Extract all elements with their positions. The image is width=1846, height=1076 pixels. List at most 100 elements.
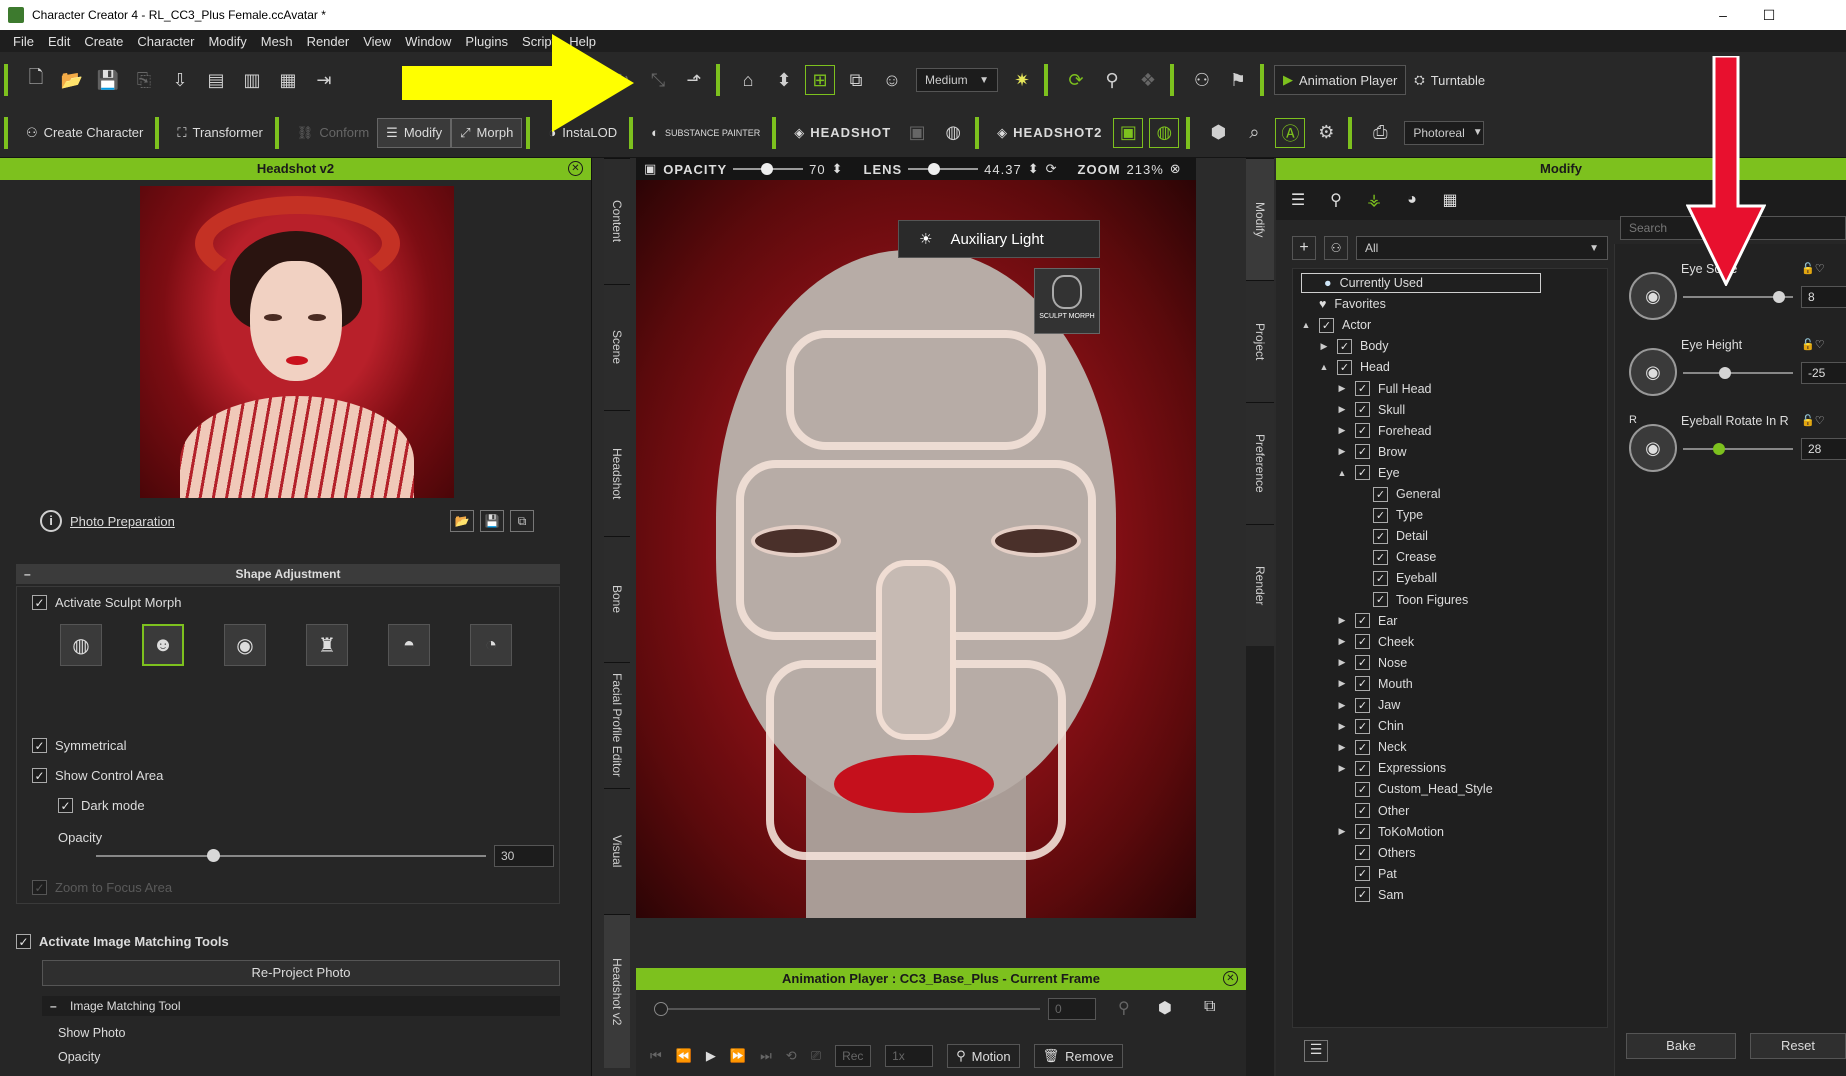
render-mode-select[interactable]: Photoreal ▼	[1404, 120, 1485, 145]
prev-frame-icon[interactable]: ⏪	[676, 1048, 692, 1064]
search-zoom-icon[interactable]: ⌕	[1239, 118, 1269, 148]
tree-item[interactable]: ▶ ✓ ToKoMotion	[1337, 822, 1444, 842]
conform-button[interactable]: ⛓ Conform	[289, 118, 377, 148]
expand-arrow-icon[interactable]: ▶	[1337, 657, 1347, 668]
a-icon[interactable]: Ⓐ	[1275, 117, 1306, 148]
lens-spin-icon[interactable]: ⬍	[1028, 161, 1040, 177]
headshot2-face-icon[interactable]: ◍	[1149, 117, 1180, 148]
turntable-button[interactable]: ⛭ Turntable	[1406, 65, 1493, 95]
minimize-button[interactable]: –	[1700, 0, 1746, 30]
viewport-opacity-slider[interactable]	[733, 163, 804, 175]
checkmark-icon[interactable]: ✓	[1373, 549, 1388, 565]
tree-item[interactable]: ▶ ✓ Skull	[1337, 400, 1405, 420]
morph-value-input[interactable]: 8	[1801, 286, 1846, 308]
morph-slider-knob[interactable]	[1713, 443, 1726, 455]
checkmark-icon[interactable]: ✓	[1355, 423, 1370, 439]
menu-character[interactable]: Character	[130, 34, 201, 49]
new-file-icon[interactable]: 🗋	[21, 65, 51, 95]
tree-item[interactable]: ▶ ✓ Jaw	[1337, 695, 1400, 715]
expand-arrow-icon[interactable]: ▶	[1337, 700, 1347, 711]
tree-item[interactable]: ▶ ✓ Full Head	[1337, 379, 1432, 399]
opacity-slider-knob[interactable]	[207, 849, 220, 862]
create-character-button[interactable]: ⚇ Create Character	[18, 118, 151, 148]
expand-arrow-icon[interactable]: ▶	[1337, 636, 1347, 647]
frame-selected-icon[interactable]: ⊞	[805, 65, 835, 95]
tab-headshot-v2[interactable]: Headshot v2	[604, 914, 630, 1068]
auxiliary-light-button[interactable]: ☀ Auxiliary Light	[898, 220, 1100, 258]
morph-slider-knob[interactable]	[1718, 367, 1731, 379]
save-photo-icon[interactable]: 💾	[480, 510, 504, 532]
morph-slider[interactable]	[1683, 367, 1793, 379]
tab-content[interactable]: Content	[604, 158, 630, 284]
opacity-spinbox[interactable]: 30	[494, 845, 554, 867]
flag-icon[interactable]: ⚑	[1223, 65, 1253, 95]
expand-arrow-icon[interactable]: ▶	[1337, 383, 1347, 394]
tab-bone[interactable]: Bone	[604, 536, 630, 662]
close-player-icon[interactable]: ✕	[1223, 971, 1238, 986]
record-icon[interactable]: ⎚	[811, 1048, 821, 1064]
info-icon[interactable]: i	[40, 510, 62, 532]
window-icon[interactable]: ⧉	[1204, 998, 1215, 1016]
obj-export-icon[interactable]: ▤	[201, 65, 231, 95]
checkmark-icon[interactable]: ✓	[1355, 845, 1370, 861]
export-icon[interactable]: ⇩	[165, 65, 195, 95]
checkmark-icon[interactable]: ✓	[1355, 613, 1370, 629]
tab-headshot[interactable]: Headshot	[604, 410, 630, 536]
tree-item[interactable]: ▲ ✓ Actor	[1301, 315, 1371, 335]
expand-arrow-icon[interactable]: ▶	[1319, 341, 1329, 352]
checkmark-icon[interactable]: ✓	[1355, 824, 1370, 840]
home-camera-icon[interactable]: ⌂	[733, 65, 763, 95]
checkmark-icon[interactable]: ✓	[1355, 803, 1370, 818]
close-panel-icon[interactable]: ✕	[568, 161, 583, 176]
image-matching-tool-header[interactable]: – Image Matching Tool	[42, 996, 560, 1016]
checkmark-icon[interactable]: ✓	[1373, 507, 1388, 523]
tab-modify[interactable]: Modify	[1246, 158, 1274, 280]
expand-arrow-icon[interactable]: ▶	[1337, 826, 1347, 837]
reset-transform-icon[interactable]: ⬏	[679, 65, 709, 95]
opacity-spin-icon[interactable]: ⬍	[832, 161, 844, 177]
save-icon[interactable]: 💾	[93, 65, 123, 95]
tree-item[interactable]: ▶ ✓ Mouth	[1337, 674, 1413, 694]
collapse-arrow-icon[interactable]: ▲	[1301, 320, 1311, 330]
morph-value-input[interactable]: 28	[1801, 438, 1846, 460]
tree-item[interactable]: ✓ Detail	[1355, 526, 1428, 546]
send-icon[interactable]: ⇥	[309, 65, 339, 95]
cube-stack-icon[interactable]: ⬢	[1158, 998, 1172, 1018]
menu-file[interactable]: File	[6, 34, 41, 49]
next-frame-icon[interactable]: ⏩	[730, 1048, 746, 1064]
face-shape-icon[interactable]: ☻	[142, 624, 184, 666]
character-icon[interactable]: ⚇	[1187, 65, 1217, 95]
popout-icon[interactable]: ⧉	[510, 510, 534, 532]
symmetrical-checkbox[interactable]: ✓ Symmetrical	[32, 738, 127, 753]
frame-spinbox[interactable]: 0	[1048, 998, 1096, 1020]
morph-value-input[interactable]: -25	[1801, 362, 1846, 384]
loop-icon[interactable]: ⟲	[786, 1048, 797, 1064]
checkmark-icon[interactable]: ✓	[1355, 402, 1370, 418]
tab-project[interactable]: Project	[1246, 280, 1274, 402]
checkmark-icon[interactable]: ✓	[1355, 739, 1370, 755]
user-filter-icon[interactable]: ⚇	[1324, 236, 1348, 260]
tab-scene[interactable]: Scene	[604, 284, 630, 410]
shape-adjustment-header[interactable]: – Shape Adjustment	[16, 564, 560, 584]
open-photo-icon[interactable]: 📂	[450, 510, 474, 532]
tab-render[interactable]: Render	[1246, 524, 1274, 646]
category-filter-select[interactable]: All ▼	[1356, 236, 1608, 260]
menu-create[interactable]: Create	[77, 34, 130, 49]
tree-item[interactable]: ▶ ✓ Body	[1319, 336, 1389, 356]
expand-arrow-icon[interactable]: ▶	[1337, 721, 1347, 732]
checkmark-icon[interactable]: ✓	[1355, 697, 1370, 713]
tree-item[interactable]: ▶ ✓ Cheek	[1337, 632, 1414, 652]
tree-item[interactable]: ✓ Crease	[1355, 547, 1436, 567]
morph-slider[interactable]	[1683, 291, 1793, 303]
expand-arrow-icon[interactable]: ▶	[1337, 763, 1347, 774]
expand-arrow-icon[interactable]: ▶	[1337, 615, 1347, 626]
sculpt-morph-button[interactable]: SCULPT MORPH	[1034, 268, 1100, 334]
viewport-lens-slider[interactable]	[908, 163, 979, 175]
checkmark-icon[interactable]: ✓	[1355, 887, 1370, 903]
menu-mesh[interactable]: Mesh	[254, 34, 300, 49]
physics-icon[interactable]: ❖	[1133, 65, 1163, 95]
tree-item[interactable]: ✓ Eyeball	[1355, 568, 1437, 588]
opacity-slider[interactable]	[96, 849, 486, 862]
substance-painter-button[interactable]: ◐ SUBSTANCE PAINTER	[643, 118, 768, 148]
timeline-playhead[interactable]	[654, 1002, 668, 1016]
